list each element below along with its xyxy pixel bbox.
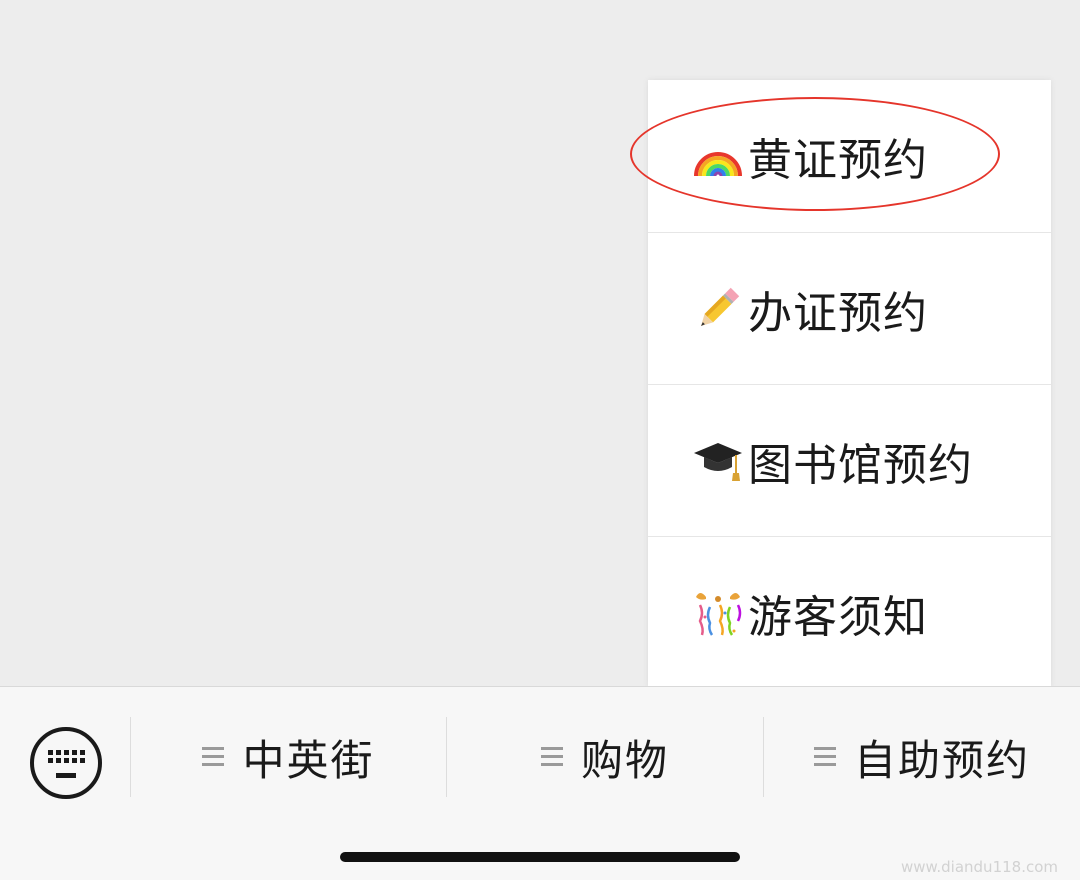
menu-tab-label: 购物 xyxy=(580,735,669,785)
party-popper-icon xyxy=(692,587,744,639)
chat-screen: 黄证预约 办证预约 图书馆预约 游客须知 中英街 购物 自助预约 www.dia… xyxy=(0,0,1080,880)
menu-lines-icon xyxy=(540,747,563,767)
submenu-item-permit-appointment[interactable]: 办证预约 xyxy=(648,233,1051,385)
menu-tab-shopping[interactable]: 购物 xyxy=(447,717,763,797)
bottom-menu-bar: 中英街 购物 自助预约 xyxy=(0,686,1080,880)
submenu-item-label: 图书馆预约 xyxy=(748,440,973,491)
menu-tab-label: 中英街 xyxy=(242,735,375,785)
watermark-text: www.diandu118.com xyxy=(900,858,1058,876)
menu-tab-zhongying-street[interactable]: 中英街 xyxy=(131,717,446,797)
graduation-cap-icon xyxy=(692,435,744,487)
submenu-item-visitor-notice[interactable]: 游客须知 xyxy=(648,537,1051,689)
highlight-annotation-ring xyxy=(630,97,1000,211)
submenu-item-library-appointment[interactable]: 图书馆预约 xyxy=(648,385,1051,537)
keyboard-icon xyxy=(48,750,85,774)
keyboard-spacebar xyxy=(56,773,76,778)
menu-lines-icon xyxy=(202,747,225,767)
submenu-item-label: 游客须知 xyxy=(748,592,928,643)
menu-lines-icon xyxy=(813,747,836,767)
submenu-item-label: 办证预约 xyxy=(748,288,928,339)
keyboard-toggle-button[interactable] xyxy=(30,727,102,799)
pencil-icon xyxy=(692,283,744,335)
menu-tab-label: 自助预约 xyxy=(853,735,1030,785)
home-indicator[interactable] xyxy=(340,852,740,862)
menu-tab-self-service-appointment[interactable]: 自助预约 xyxy=(764,717,1080,797)
